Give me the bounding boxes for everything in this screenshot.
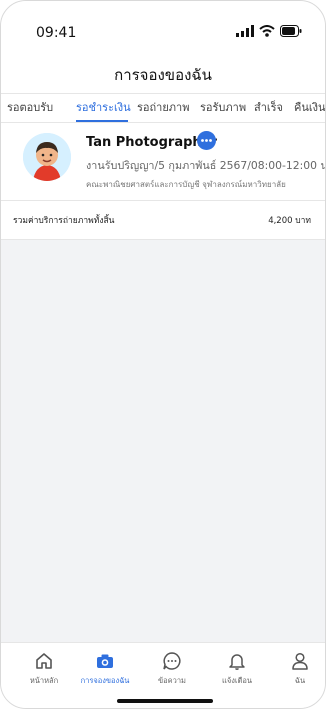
chat-bubble-icon[interactable] bbox=[197, 131, 216, 150]
status-icons bbox=[236, 25, 302, 37]
total-amount: 4,200 บาท bbox=[268, 216, 311, 226]
home-icon bbox=[36, 653, 52, 669]
booking-card[interactable]: Tan Photographer งานรับปริญญา/5 กุมภาพัน… bbox=[1, 123, 325, 201]
booking-tabs: รอตอบรับ รอชำระเงิน รอถ่ายภาพ รอรับภาพ ส… bbox=[1, 94, 325, 123]
nav-label-messages: ข้อความ bbox=[157, 676, 186, 685]
tab-waiting-shoot[interactable]: รอถ่ายภาพ bbox=[137, 98, 189, 116]
page-title: การจองของฉัน bbox=[114, 66, 212, 84]
avatar-illustration bbox=[23, 133, 71, 181]
total-row: รวมค่าบริการถ่ายภาพทั้งสิ้น 4,200 บาท bbox=[1, 201, 325, 240]
tab-waiting-response[interactable]: รอตอบรับ bbox=[7, 98, 53, 116]
signal-icon bbox=[236, 25, 254, 37]
nav-label-my-bookings: การจองของฉัน bbox=[80, 676, 130, 685]
user-icon bbox=[292, 652, 308, 670]
status-bar: 09:41 bbox=[1, 1, 325, 53]
tab-refund[interactable]: คืนเงิน bbox=[294, 98, 325, 116]
battery-icon bbox=[280, 25, 302, 37]
tab-waiting-photos[interactable]: รอรับภาพ bbox=[200, 98, 246, 116]
booking-location: คณะพาณิชยศาสตร์และการบัญชี จุฬาลงกรณ์มหา… bbox=[86, 180, 286, 189]
camera-icon bbox=[97, 654, 113, 668]
photographer-avatar bbox=[23, 133, 71, 181]
home-indicator bbox=[117, 699, 213, 703]
total-label: รวมค่าบริการถ่ายภาพทั้งสิ้น bbox=[13, 216, 115, 226]
tab-completed[interactable]: สำเร็จ bbox=[254, 98, 283, 116]
chat-icon bbox=[163, 652, 181, 670]
phone-frame: 09:41 การจองของฉัน รอตอบรับ รอชำระเงิน ร… bbox=[0, 0, 326, 709]
nav-my-bookings[interactable]: การจองของฉัน bbox=[75, 651, 135, 687]
status-time: 09:41 bbox=[36, 25, 77, 41]
nav-messages[interactable]: ข้อความ bbox=[142, 651, 202, 687]
nav-profile[interactable]: ฉัน bbox=[270, 651, 325, 687]
nav-label-profile: ฉัน bbox=[294, 676, 306, 685]
header: การจองของฉัน bbox=[1, 53, 325, 94]
active-tab-indicator bbox=[76, 120, 128, 122]
tab-waiting-payment[interactable]: รอชำระเงิน bbox=[76, 98, 131, 116]
nav-notifications[interactable]: แจ้งเตือน bbox=[207, 651, 267, 687]
empty-content-area bbox=[1, 240, 325, 642]
booking-detail: งานรับปริญญา/5 กุมภาพันธ์ 2567/08:00-12:… bbox=[86, 159, 326, 172]
bell-icon bbox=[229, 654, 245, 670]
wifi-icon bbox=[259, 25, 275, 37]
nav-home[interactable]: หน้าหลัก bbox=[14, 651, 74, 687]
nav-label-home: หน้าหลัก bbox=[29, 676, 59, 685]
nav-label-notifications: แจ้งเตือน bbox=[222, 676, 252, 685]
